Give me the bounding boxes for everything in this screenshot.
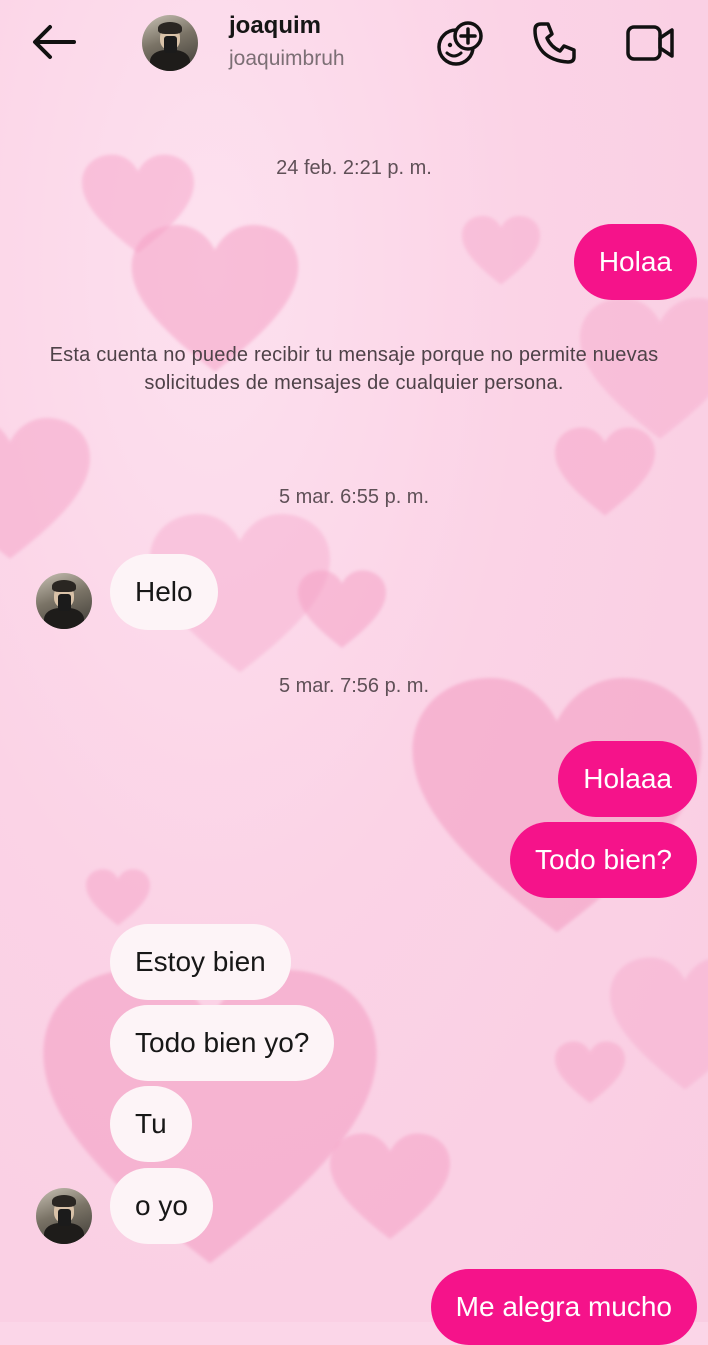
message-bubble-outgoing[interactable]: Me alegra mucho [430,1269,697,1345]
add-effect-icon[interactable] [433,16,487,70]
timestamp: 5 mar. 6:55 p. m. [278,486,430,508]
message-bubble-incoming[interactable]: Tu [110,1086,192,1162]
heart-decoration [330,1130,450,1245]
contact-username[interactable]: joaquimbruh [229,47,345,71]
message-bubble-outgoing[interactable]: Holaaa [558,741,697,817]
heart-decoration [610,950,708,1100]
delivery-error-notice: Esta cuenta no puede recibir tu mensaje … [49,344,659,394]
heart-decoration [298,568,386,652]
heart-decoration [462,215,540,287]
message-bubble-incoming[interactable]: Estoy bien [110,924,291,1000]
avatar[interactable] [142,15,198,71]
message-bubble-incoming[interactable]: Todo bien yo? [110,1005,335,1081]
chat-header: joaquim joaquimbruh [0,0,708,90]
avatar[interactable] [36,573,92,629]
phone-icon[interactable] [528,16,582,70]
timestamp: 5 mar. 7:56 p. m. [278,675,430,697]
message-bubble-incoming[interactable]: o yo [110,1168,213,1244]
message-bubble-incoming[interactable]: Helo [110,554,218,630]
avatar[interactable] [36,1188,92,1244]
message-bubble-outgoing[interactable]: Todo bien? [509,822,697,898]
video-camera-icon[interactable] [624,16,678,70]
contact-name[interactable]: joaquim [229,12,321,40]
chat-background [0,0,708,1322]
back-arrow-icon[interactable] [28,18,80,66]
heart-decoration [86,868,150,928]
timestamp: 24 feb. 2:21 p. m. [276,157,432,179]
message-bubble-outgoing[interactable]: Holaa [573,224,697,300]
